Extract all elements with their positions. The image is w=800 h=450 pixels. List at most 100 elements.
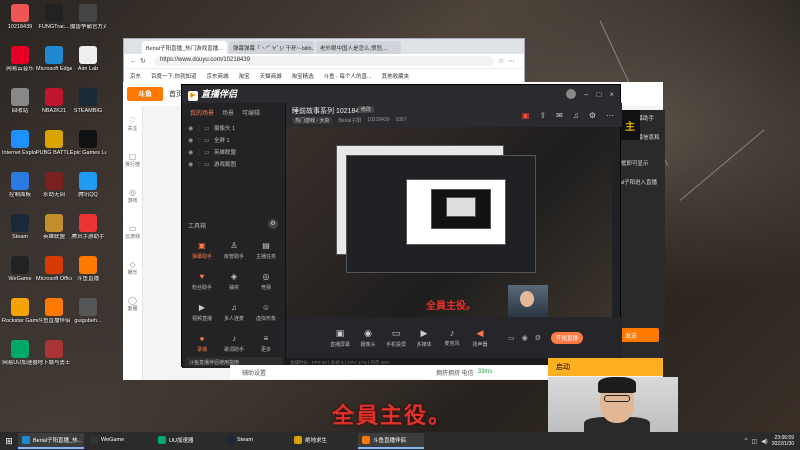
desktop-icon[interactable]: Steam — [3, 214, 37, 250]
desktop-icon[interactable]: 回收站 — [3, 88, 37, 124]
desktop-icon[interactable]: STEAMBIG — [71, 88, 105, 124]
eye-icon[interactable]: ◉ — [188, 137, 196, 144]
volume-icon[interactable]: ◀) — [761, 438, 768, 445]
desktop-icon[interactable]: Internet Explorer — [2, 130, 38, 166]
eye-icon[interactable]: ◉ — [522, 334, 528, 342]
control-button[interactable]: ▣ 直播屏幕 — [326, 328, 354, 348]
tool-item[interactable]: ● 录播 — [186, 332, 218, 354]
control-button[interactable]: ◀ 扬声器 — [466, 328, 494, 348]
share-icon[interactable]: ⇪ — [539, 111, 546, 120]
tool-item[interactable]: ♪ 歌词助手 — [218, 332, 250, 354]
lock-icon[interactable]: ⋮ — [196, 125, 204, 132]
sidebar-item[interactable]: ♡ 关注 — [123, 106, 142, 142]
bookmark-item[interactable]: 其他收藏夹 — [382, 72, 410, 80]
launch-strip[interactable]: 启动 — [548, 358, 663, 376]
eye-icon[interactable]: ◉ — [188, 125, 196, 132]
desktop-icon[interactable]: 英雄联盟 — [37, 214, 71, 250]
control-button[interactable]: ▶ 多媒体 — [410, 328, 438, 348]
sidebar-item[interactable]: ◯ 客服 — [123, 286, 142, 322]
control-button[interactable]: ♪ 麦克风 — [438, 328, 466, 347]
lock-icon[interactable]: ⋮ — [196, 137, 204, 144]
desktop-icon[interactable]: 控制面板 — [3, 172, 37, 208]
eye-icon[interactable]: ◉ — [188, 161, 196, 168]
bookmark-item[interactable]: 京东 — [130, 72, 141, 80]
taskbar-item[interactable]: WeGame — [86, 433, 152, 449]
edit-room-button[interactable]: 修改 — [358, 106, 375, 113]
tool-item[interactable]: ≡ 更多 — [250, 332, 282, 354]
source-item[interactable]: ◉ ⋮ ▭ 英雄联盟 — [182, 146, 285, 158]
desktop-icon[interactable]: 网易云音乐 — [3, 46, 37, 82]
source-item[interactable]: ◉ ⋮ ▭ 全屏 1 — [182, 134, 285, 146]
bookmark-item[interactable]: 百度一下,你就知道 — [151, 72, 197, 80]
desktop-icon[interactable]: 斗鱼直播伴侣 — [37, 298, 71, 334]
gift-icon[interactable]: ▣ — [522, 111, 530, 120]
back-icon[interactable]: ← — [130, 58, 140, 65]
taskbar-item[interactable]: 绝地求生 — [290, 433, 356, 449]
taskbar-item[interactable]: Steam — [222, 433, 288, 449]
sidebar-item[interactable]: ◎ 游戏 — [123, 178, 142, 214]
tab-scene[interactable]: 场景 — [222, 108, 234, 117]
taskbar-item[interactable]: UU加速器 — [154, 433, 220, 449]
refresh-icon[interactable]: ↻ — [140, 57, 150, 65]
desktop-icon[interactable]: 魔兽争霸官方对战平台 — [70, 4, 106, 40]
chevron-up-icon[interactable]: ^ — [745, 438, 748, 444]
assist-settings-label[interactable]: 辅助设置 — [242, 368, 266, 377]
tool-item[interactable]: ▤ 主播任务 — [250, 239, 282, 261]
desktop-icon[interactable]: Aim Lab — [71, 46, 105, 82]
source-item[interactable]: ◉ ⋮ ▭ 游戏截图 — [182, 158, 285, 170]
bell-icon[interactable]: ♫ — [573, 111, 579, 120]
settings-icon[interactable]: ⚙ — [589, 111, 596, 120]
taskbar-item[interactable]: Berial子阳直播_热... — [18, 433, 84, 449]
source-item[interactable]: ◉ ⋮ ▭ 摄像头 1 — [182, 122, 285, 134]
star-icon[interactable]: ☆ — [498, 57, 508, 65]
douyu-logo[interactable]: 斗鱼 — [127, 87, 163, 101]
taskbar-item[interactable]: 斗鱼直播伴侣 — [358, 433, 424, 449]
tool-item[interactable]: ♙ 房管助手 — [218, 239, 250, 261]
desktop-icon[interactable]: guigubeh... — [71, 298, 105, 334]
eye-icon[interactable]: ◉ — [188, 149, 196, 156]
control-button[interactable]: ◉ 摄像头 — [354, 328, 382, 348]
tool-item[interactable]: ☺ 虚拟形象 — [250, 301, 282, 323]
desktop-icon[interactable]: NBA2K21 — [37, 88, 71, 124]
clock[interactable]: 23:06:59 2022/1/30 — [772, 435, 794, 447]
tool-item[interactable]: ◎ 竞猜 — [250, 270, 282, 292]
bookmark-item[interactable]: 京东商城 — [207, 72, 229, 80]
stream-preview[interactable]: 全員主役。 — [286, 127, 612, 317]
lock-icon[interactable]: ⋮ — [196, 149, 204, 156]
address-bar[interactable]: https://www.douyu.com/10218439 — [154, 56, 494, 66]
desktop-icon[interactable]: 腾讯手游助手 — [71, 214, 105, 250]
tool-item[interactable]: ◈ 抽奖 — [218, 270, 250, 292]
browser-tab[interactable]: 弹幕弹幕「ヽ*ﾟ∀ﾟ)ﾉ 干杯~-bilib... — [229, 41, 314, 54]
room-category[interactable]: 热门游戏 - 大杂 — [292, 117, 333, 124]
desktop-icon[interactable]: Epic Games Launcher — [70, 130, 106, 166]
close-icon[interactable]: × — [609, 90, 614, 99]
bookmark-item[interactable]: 淘宝 — [239, 72, 250, 80]
tool-item[interactable]: ▶ 视频直播 — [186, 301, 218, 323]
sidebar-item[interactable]: ▭ 云游戏 — [123, 214, 142, 250]
network-icon[interactable]: ◫ — [751, 438, 757, 445]
browser-tab[interactable]: Berial子阳直播_热门游戏直播... — [142, 41, 227, 54]
sidebar-item[interactable]: ◇ 娱乐 — [123, 250, 142, 286]
avatar[interactable] — [566, 89, 577, 99]
settings-icon[interactable]: ⚙ — [535, 334, 541, 342]
desktop-icon[interactable]: 腾讯QQ — [71, 172, 105, 208]
maximize-icon[interactable]: □ — [596, 90, 601, 99]
minimize-icon[interactable]: – — [584, 90, 588, 99]
desktop-icon[interactable]: Microsoft Edge — [36, 46, 72, 82]
tool-item[interactable]: ▣ 弹幕助手 — [186, 239, 218, 261]
desktop-icon[interactable]: Rockstar Games... — [2, 298, 38, 334]
control-button[interactable]: ▭ 手机投屏 — [382, 328, 410, 348]
menu-icon[interactable]: ⋯ — [508, 57, 518, 65]
tab-my-scene[interactable]: 我的场景 — [190, 108, 214, 117]
desktop-icon[interactable]: 10218439 — [3, 4, 37, 40]
gear-icon[interactable]: ⚙ — [268, 219, 278, 229]
desktop-icon[interactable]: 网易UU加速器 — [2, 340, 38, 376]
chat-icon[interactable]: ▭ — [508, 334, 515, 342]
lock-icon[interactable]: ⋮ — [196, 161, 204, 168]
tool-item[interactable]: ♥ 粉丝助手 — [186, 270, 218, 292]
mail-icon[interactable]: ✉ — [556, 111, 563, 120]
start-live-button[interactable]: 开始直播 — [551, 331, 584, 344]
desktop-icon[interactable]: Microsoft Office — [36, 256, 72, 292]
windows-start-icon[interactable]: ⊞ — [0, 432, 18, 450]
bookmark-item[interactable]: 斗鱼 - 每个人的直... — [324, 72, 372, 80]
